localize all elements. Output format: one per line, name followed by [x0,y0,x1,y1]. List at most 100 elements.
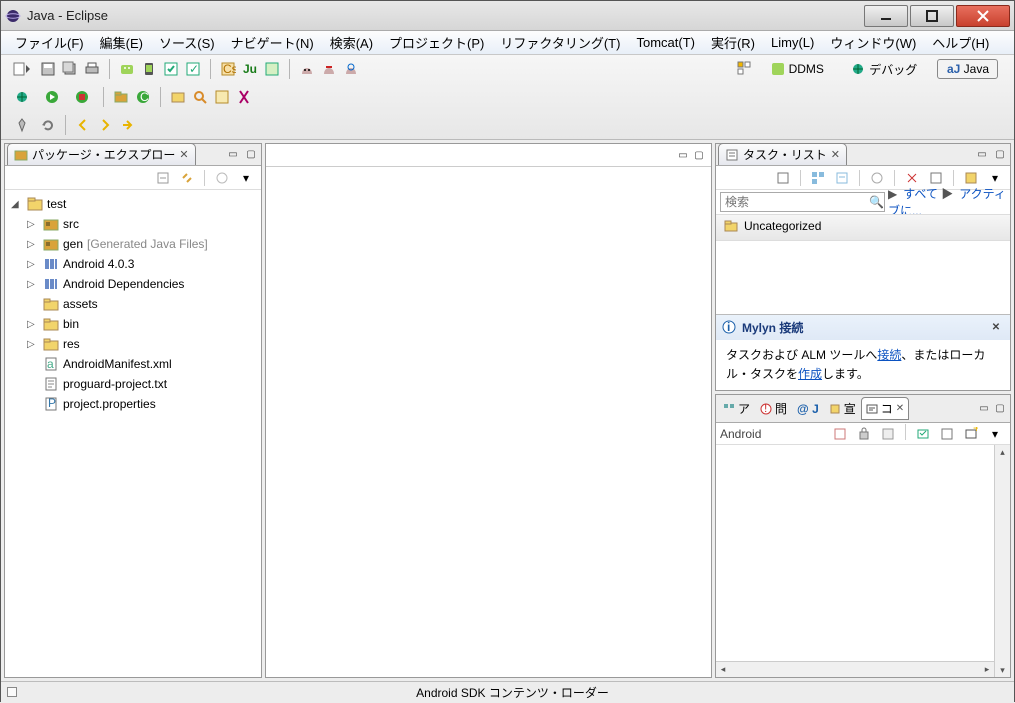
link-editor-button[interactable] [177,168,197,188]
pin-button[interactable] [8,115,36,135]
close-icon[interactable]: ✕ [988,319,1004,335]
task-button[interactable] [234,87,254,107]
open-perspective-button[interactable] [734,58,754,78]
tab-declaration[interactable]: 宣 [824,397,861,420]
console-clear-button[interactable] [830,424,850,444]
tab-javadoc[interactable]: @ J [792,399,824,419]
lint-button[interactable] [161,59,181,79]
tree-item-assets[interactable]: assets [25,294,261,314]
tab-problems[interactable]: !問 [755,397,792,420]
close-icon[interactable]: ✕ [179,148,188,161]
tree-item-deps[interactable]: ▷Android Dependencies [25,274,261,294]
tree-item-bin[interactable]: ▷bin [25,314,261,334]
task-search-input[interactable] [720,192,885,212]
menu-window[interactable]: ウィンドウ(W) [822,31,924,54]
maximize-view-button[interactable]: ▢ [992,401,1008,417]
perspective-debug[interactable]: デバッグ [843,59,925,80]
run-last-button[interactable] [68,87,96,107]
vertical-scrollbar[interactable]: ▴▾ [994,445,1010,677]
focus-task-button[interactable] [212,168,232,188]
minimize-view-button[interactable]: ▭ [976,401,992,417]
run-dropdown-button[interactable] [38,87,66,107]
menu-help[interactable]: ヘルプ(H) [924,31,997,54]
editor-maximize-button[interactable]: ▢ [691,147,707,163]
mylyn-create-link[interactable]: 作成 [798,367,822,381]
tomcat-stop-icon[interactable] [319,59,339,79]
task-category-row[interactable]: Uncategorized [716,214,1010,241]
console-scroll-lock-button[interactable] [854,424,874,444]
android-sdk-button[interactable] [117,59,137,79]
view-menu-button[interactable]: ▾ [236,168,256,188]
avd-button[interactable] [139,59,159,79]
task-filter-all[interactable]: すべて [903,187,938,201]
search-button[interactable] [190,87,210,107]
tree-item-src[interactable]: ▷src [25,214,261,234]
console-display-button[interactable] [913,424,933,444]
editor-minimize-button[interactable]: ▭ [675,147,691,163]
coverage-icon[interactable] [262,59,282,79]
console-new-button[interactable]: + [961,424,981,444]
menu-navigate[interactable]: ナビゲート(N) [223,31,322,54]
new-task-button[interactable] [773,168,793,188]
horizontal-scrollbar[interactable]: ◂▸ [716,661,994,677]
minimize-view-button[interactable]: ▭ [225,146,241,162]
tree-item-android[interactable]: ▷Android 4.0.3 [25,254,261,274]
categorize-button[interactable] [808,168,828,188]
debug-dropdown-button[interactable] [8,87,36,107]
open-type-button[interactable] [168,87,188,107]
save-all-button[interactable] [60,59,80,79]
tree-item-proguard[interactable]: proguard-project.txt [25,374,261,394]
task-list-tab[interactable]: タスク・リスト ✕ [718,143,847,165]
view-menu-button[interactable]: ▾ [985,424,1005,444]
mylyn-connect-link[interactable]: 接続 [877,348,901,362]
package-tree[interactable]: ◢test ▷src ▷gen [Generated Java Files] ▷… [5,190,261,677]
new-class-button[interactable]: C [133,87,153,107]
new-android-project-button[interactable]: ✓ [183,59,203,79]
maximize-button[interactable] [910,5,954,27]
tree-item-properties[interactable]: Pproject.properties [25,394,261,414]
nav-back-button[interactable] [73,115,93,135]
menu-limy[interactable]: Limy(L) [763,33,822,52]
print-button[interactable] [82,59,102,79]
checkstyle-icon[interactable]: Cs [218,59,238,79]
tree-item-manifest[interactable]: aAndroidManifest.xml [25,354,261,374]
nav-up-button[interactable] [117,115,137,135]
menu-edit[interactable]: 編集(E) [92,31,151,54]
tree-item-res[interactable]: ▷res [25,334,261,354]
menu-refactor[interactable]: リファクタリング(T) [492,31,628,54]
save-button[interactable] [38,59,58,79]
minimize-view-button[interactable]: ▭ [974,146,990,162]
perspective-ddms[interactable]: DDMS [763,60,832,78]
maximize-view-button[interactable]: ▢ [243,146,259,162]
maximize-view-button[interactable]: ▢ [992,146,1008,162]
minimize-button[interactable] [864,5,908,27]
menu-project[interactable]: プロジェクト(P) [381,31,492,54]
collapse-all-button[interactable] [153,168,173,188]
tree-item-gen[interactable]: ▷gen [Generated Java Files] [25,234,261,254]
console-output[interactable]: ▴▾ ◂▸ [716,445,1010,677]
close-icon[interactable]: ✕ [896,403,904,414]
console-open-button[interactable] [937,424,957,444]
annotation-button[interactable] [212,87,232,107]
focus-button[interactable] [867,168,887,188]
new-package-button[interactable] [111,87,131,107]
package-explorer-tab[interactable]: パッケージ・エクスプロー ✕ [7,143,196,165]
menu-file[interactable]: ファイル(F) [7,31,92,54]
menu-tomcat[interactable]: Tomcat(T) [628,33,703,52]
close-icon[interactable]: ✕ [831,148,840,161]
junit-icon[interactable]: Ju [240,59,260,79]
menu-run[interactable]: 実行(R) [703,31,763,54]
refresh-button[interactable] [38,115,58,135]
menu-search[interactable]: 検索(A) [322,31,381,54]
tomcat-start-icon[interactable] [297,59,317,79]
close-button[interactable] [956,5,1010,27]
nav-forward-button[interactable] [95,115,115,135]
tomcat-restart-icon[interactable] [341,59,361,79]
tree-root[interactable]: ◢test [9,194,261,214]
console-pin-button[interactable] [878,424,898,444]
tab-outline[interactable]: ア [718,397,755,420]
menu-source[interactable]: ソース(S) [151,31,223,54]
schedule-button[interactable] [832,168,852,188]
perspective-java[interactable]: aJJava [937,59,998,79]
new-button[interactable] [8,59,36,79]
